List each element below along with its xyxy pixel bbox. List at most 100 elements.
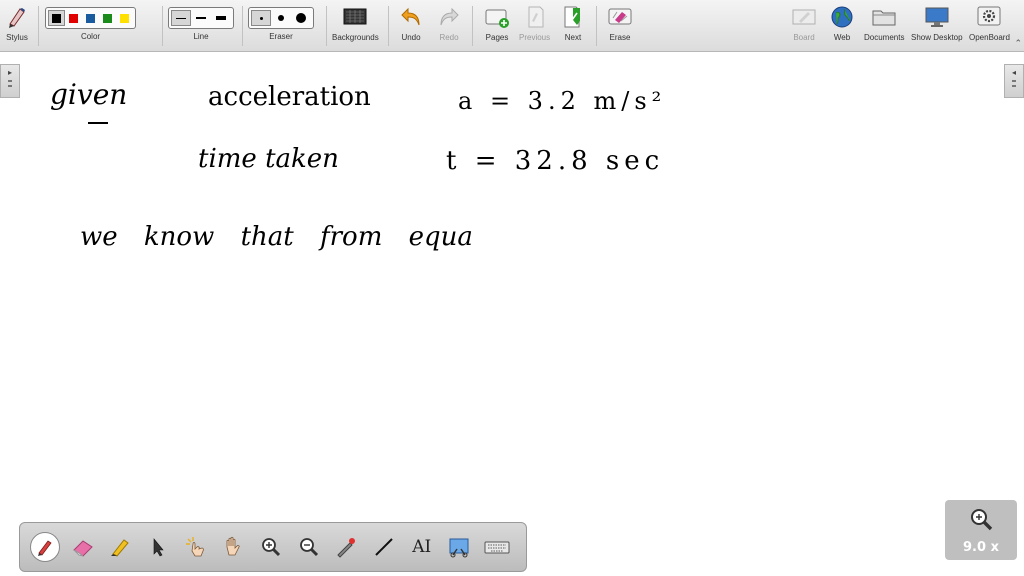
board-label: Board — [793, 33, 815, 42]
line-width-medium[interactable] — [191, 10, 211, 26]
zoom-out-tool-button[interactable] — [290, 528, 328, 566]
zoom-out-icon — [299, 538, 318, 557]
next-page-icon — [560, 4, 586, 30]
whiteboard-canvas[interactable]: given acceleration a = 3.2 m/s² time tak… — [0, 52, 1024, 576]
stylus-icon — [4, 4, 30, 30]
next-label: Next — [564, 33, 582, 42]
redo-label: Redo — [439, 33, 459, 42]
line-label: Line — [193, 32, 209, 41]
collapse-toolbar-icon[interactable]: ⌃ — [1014, 38, 1022, 49]
stylus-palette: AI — [19, 522, 527, 572]
divider — [472, 6, 473, 46]
color-swatch-green[interactable] — [99, 10, 116, 26]
erase-button[interactable]: Erase — [607, 4, 633, 42]
top-toolbar: Stylus Color Line Eraser Backgrounds Und… — [0, 0, 1024, 52]
globe-icon — [829, 4, 855, 30]
hand-tool-button[interactable] — [214, 528, 252, 566]
gear-icon — [976, 4, 1002, 30]
marker-tool-button[interactable] — [101, 528, 139, 566]
line-width-thick[interactable] — [211, 10, 231, 26]
line-icon — [375, 538, 393, 556]
handwritten-given: given — [50, 78, 128, 111]
interact-tool-button[interactable] — [177, 528, 215, 566]
monitor-icon — [924, 4, 950, 30]
text-icon: AI — [412, 537, 432, 557]
divider — [162, 6, 163, 46]
undo-icon — [398, 4, 424, 30]
pages-label: Pages — [485, 33, 509, 42]
color-label: Color — [80, 32, 101, 41]
line-width-thin[interactable] — [171, 10, 191, 26]
divider — [388, 6, 389, 46]
show-desktop-label: Show Desktop — [911, 33, 963, 42]
color-swatch-black[interactable] — [48, 10, 65, 26]
openboard-button[interactable]: OpenBoard — [969, 4, 1010, 42]
pen-icon — [37, 540, 52, 556]
backgrounds-label: Backgrounds — [332, 33, 379, 42]
handwritten-time-taken: time taken — [198, 144, 339, 174]
text-tool-button[interactable]: AI — [403, 528, 441, 566]
undo-label: Undo — [401, 33, 421, 42]
pointing-hand-icon — [185, 537, 204, 557]
redo-button[interactable]: Redo — [436, 4, 462, 42]
eraser-size-medium[interactable] — [271, 10, 291, 26]
stylus-button[interactable]: Stylus — [4, 4, 30, 42]
color-swatch-blue[interactable] — [82, 10, 99, 26]
backgrounds-icon — [342, 4, 368, 30]
next-button[interactable]: Next — [560, 4, 586, 42]
handwritten-acceleration: acceleration — [208, 82, 371, 112]
folder-icon — [871, 4, 897, 30]
hand-icon — [226, 536, 240, 556]
zoom-in-tool-button[interactable] — [252, 528, 290, 566]
color-swatch-red[interactable] — [65, 10, 82, 26]
redo-icon — [436, 4, 462, 30]
previous-label: Previous — [519, 33, 551, 42]
virtual-keyboard-tool-button[interactable] — [478, 528, 516, 566]
laser-pointer-tool-button[interactable] — [328, 528, 366, 566]
backgrounds-button[interactable]: Backgrounds — [332, 4, 379, 42]
zoom-indicator[interactable]: 9.0 x — [945, 500, 1017, 560]
cursor-arrow-icon — [153, 538, 164, 557]
eraser-size-large[interactable] — [291, 10, 311, 26]
board-icon — [791, 4, 817, 30]
pages-button[interactable]: Pages — [484, 4, 510, 42]
add-page-icon — [484, 4, 510, 30]
show-desktop-button[interactable]: Show Desktop — [911, 4, 963, 42]
eraser-tool-button[interactable] — [64, 528, 102, 566]
highlighter-icon — [111, 539, 129, 557]
previous-page-icon — [522, 4, 548, 30]
line-tool-button[interactable] — [365, 528, 403, 566]
selector-tool-button[interactable] — [139, 528, 177, 566]
eraser-size-small[interactable] — [251, 10, 271, 26]
eraser-icon — [72, 540, 93, 557]
erase-board-icon — [607, 4, 633, 30]
given-underline — [88, 122, 108, 124]
line-width-palette — [168, 7, 234, 29]
zoom-level-text: 9.0 x — [963, 539, 999, 555]
eraser-size-palette — [248, 7, 314, 29]
handwritten-time-value: t = 32.8 sec — [446, 146, 665, 176]
divider — [596, 6, 597, 46]
handwritten-we-know-that: we know that from equa — [80, 222, 473, 252]
board-button[interactable]: Board — [791, 4, 817, 42]
documents-button[interactable]: Documents — [864, 4, 904, 42]
undo-button[interactable]: Undo — [398, 4, 424, 42]
laser-pointer-icon — [337, 538, 356, 558]
zoom-magnifier-icon — [971, 508, 993, 530]
capture-tool-button[interactable] — [441, 528, 479, 566]
eraser-group: Eraser — [248, 4, 314, 41]
stylus-label: Stylus — [6, 33, 28, 42]
pen-tool-button[interactable] — [26, 528, 64, 566]
web-label: Web — [833, 33, 851, 42]
documents-label: Documents — [864, 33, 905, 42]
zoom-in-icon — [262, 538, 281, 557]
erase-label: Erase — [609, 33, 631, 42]
color-palette — [45, 7, 136, 29]
line-group: Line — [168, 4, 234, 41]
eraser-label: Eraser — [269, 32, 293, 41]
color-swatch-yellow[interactable] — [116, 10, 133, 26]
web-button[interactable]: Web — [829, 4, 855, 42]
capture-icon — [449, 538, 469, 558]
previous-button[interactable]: Previous — [519, 4, 550, 42]
divider — [242, 6, 243, 46]
